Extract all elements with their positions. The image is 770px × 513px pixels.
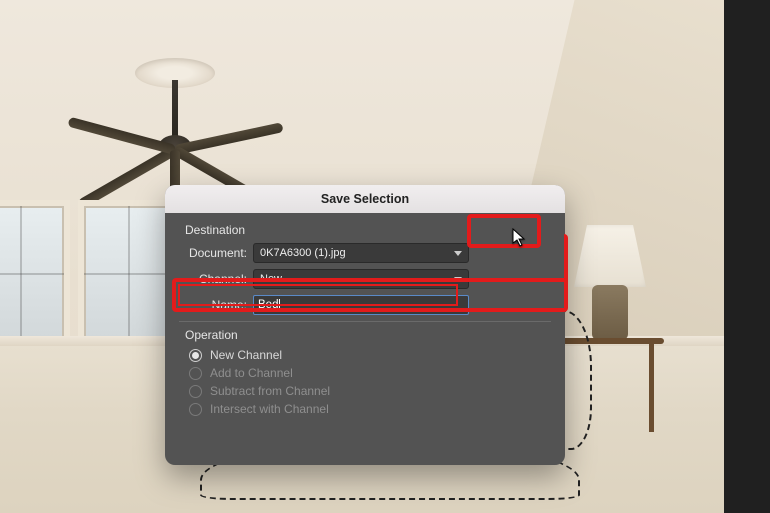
document-select[interactable]: 0K7A6300 (1).jpg — [253, 243, 469, 263]
channel-select-value: New — [260, 273, 282, 285]
fan-blade — [174, 122, 284, 155]
chevron-down-icon — [454, 277, 462, 282]
operation-option-label: Subtract from Channel — [210, 384, 330, 398]
operation-option-intersect-with-channel: Intersect with Channel — [189, 402, 551, 416]
name-input-value: Bed — [258, 299, 278, 311]
channel-label: Channel: — [179, 272, 247, 286]
save-selection-dialog: Save Selection Destination Document: 0K7… — [165, 185, 565, 465]
name-input[interactable]: Bed — [253, 295, 469, 315]
channel-select[interactable]: New — [253, 269, 469, 289]
window — [0, 200, 70, 345]
destination-section-label: Destination — [185, 223, 551, 237]
name-label: Name: — [179, 298, 247, 312]
dialog-title: Save Selection — [165, 185, 565, 213]
operation-option-add-to-channel: Add to Channel — [189, 366, 551, 380]
section-divider — [179, 321, 551, 322]
radio-icon — [189, 403, 202, 416]
text-caret — [279, 299, 280, 311]
chevron-down-icon — [454, 251, 462, 256]
app-canvas: Save Selection Destination Document: 0K7… — [0, 0, 770, 513]
dialog-body: Destination Document: 0K7A6300 (1).jpg C… — [165, 213, 565, 416]
operation-option-label: Add to Channel — [210, 366, 293, 380]
operation-option-subtract-from-channel: Subtract from Channel — [189, 384, 551, 398]
document-row: Document: 0K7A6300 (1).jpg — [179, 243, 551, 263]
document-select-value: 0K7A6300 (1).jpg — [260, 247, 346, 259]
radio-dot-icon — [192, 352, 199, 359]
document-label: Document: — [179, 246, 247, 260]
radio-icon — [189, 349, 202, 362]
lamp-base — [592, 285, 628, 340]
window — [78, 200, 178, 345]
channel-row: Channel: New — [179, 269, 551, 289]
operation-option-label: Intersect with Channel — [210, 402, 329, 416]
fan-blade — [67, 117, 176, 155]
operation-option-label: New Channel — [210, 348, 282, 362]
operation-option-new-channel[interactable]: New Channel — [189, 348, 551, 362]
radio-icon — [189, 367, 202, 380]
fan-rod — [172, 80, 178, 140]
table-leg — [649, 342, 654, 432]
radio-icon — [189, 385, 202, 398]
name-row: Name: Bed — [179, 295, 551, 315]
operation-section-label: Operation — [185, 328, 551, 342]
